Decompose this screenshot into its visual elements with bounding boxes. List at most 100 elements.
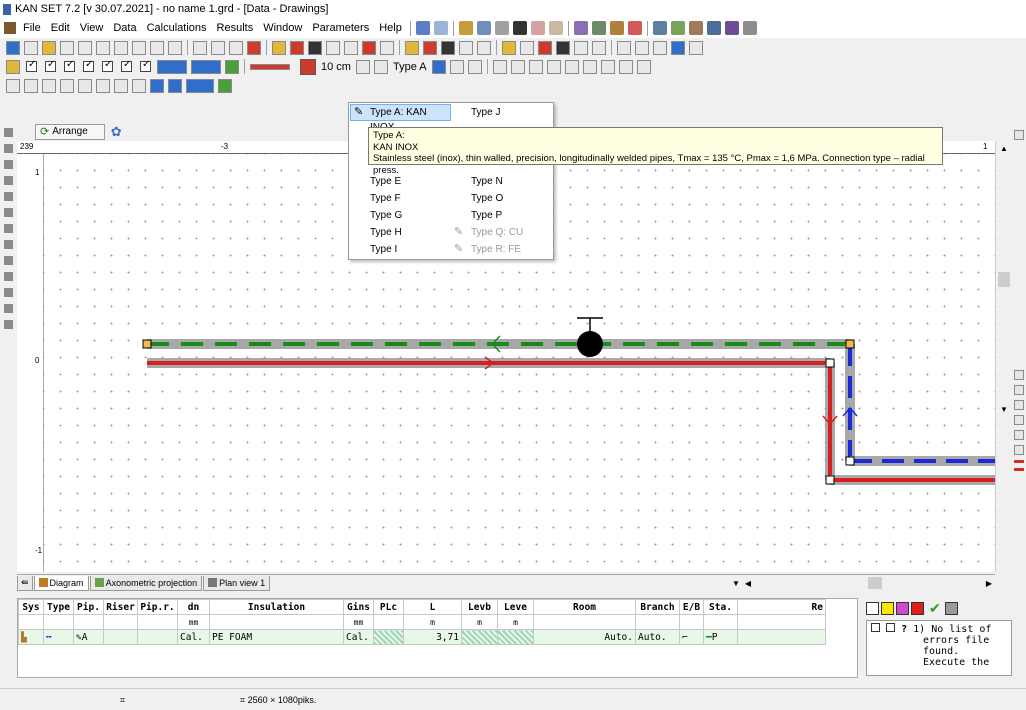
horizontal-scrollbar[interactable]: ▼ ◀ ▶ [730, 576, 995, 590]
radiator-icon[interactable] [308, 40, 322, 55]
scroll-thumb[interactable] [868, 577, 882, 589]
label-icon[interactable] [477, 40, 491, 55]
pip-cell[interactable]: ✎A [73, 629, 104, 645]
zoom-all-icon[interactable] [132, 40, 146, 55]
panel-icon[interactable] [1014, 415, 1024, 425]
panel-icon[interactable] [1014, 430, 1024, 440]
angle-icon[interactable] [449, 59, 464, 74]
room-icon[interactable] [6, 78, 20, 93]
layer-check-7[interactable] [140, 59, 151, 72]
panel-icon[interactable] [1014, 445, 1024, 455]
col-pip[interactable]: Pip. [73, 599, 104, 615]
line-red-icon[interactable] [290, 40, 304, 55]
gins-cell[interactable]: Cal. [343, 629, 374, 645]
menu-view[interactable]: View [75, 18, 109, 38]
pipe-type-option-q[interactable]: ✎ Type Q: CU [451, 224, 552, 241]
valve-small-icon[interactable] [564, 59, 579, 74]
sys-cell[interactable]: ▙ [18, 629, 44, 645]
outlet-icon[interactable] [520, 40, 534, 55]
red-line-icon[interactable] [1014, 460, 1024, 463]
zoom-window-icon[interactable] [114, 40, 128, 55]
panel-icon[interactable] [1014, 130, 1024, 140]
menu-results[interactable]: Results [212, 18, 259, 38]
frame-icon[interactable] [459, 40, 473, 55]
pointer-icon[interactable] [42, 40, 56, 55]
zoom-out-icon[interactable] [96, 40, 110, 55]
pipe-type-option-g[interactable]: Type G [350, 207, 451, 224]
tab-diagram[interactable]: Diagram [33, 575, 89, 591]
scroll-right-icon[interactable]: ▶ [983, 579, 995, 588]
insulation-cell[interactable]: PE FOAM [209, 629, 344, 645]
window-icon[interactable] [96, 78, 110, 93]
corner-icon[interactable] [492, 59, 507, 74]
errors-list[interactable]: ? 1) No list of errors file found. Execu… [866, 620, 1012, 676]
pipe-icon[interactable] [423, 40, 437, 55]
panel-icon[interactable] [1014, 370, 1024, 380]
brush-icon[interactable] [168, 78, 182, 93]
sensor-icon[interactable] [380, 40, 394, 55]
col-length[interactable]: L [403, 599, 462, 615]
tool-icon[interactable] [4, 240, 13, 249]
red-filter-icon[interactable] [911, 601, 924, 615]
re-cell[interactable] [737, 629, 826, 645]
col-leve[interactable]: Leve [497, 599, 534, 615]
curve-icon[interactable] [510, 59, 525, 74]
pipe-type-option-o[interactable]: Type O [451, 190, 552, 207]
red-line-icon[interactable] [1014, 468, 1024, 471]
tool-icon[interactable] [4, 256, 13, 265]
fitting-icon[interactable] [528, 59, 543, 74]
layer-check-1[interactable] [26, 59, 37, 72]
cold-icon[interactable] [556, 40, 570, 55]
menu-window[interactable]: Window [258, 18, 307, 38]
tool-icon[interactable] [4, 304, 13, 313]
new-icon[interactable] [6, 40, 20, 55]
pipe-style-pressed-icon[interactable] [300, 58, 316, 75]
tool-icon[interactable] [4, 192, 13, 201]
door-icon[interactable] [78, 78, 92, 93]
tool-icon[interactable] [4, 224, 13, 233]
zoom-prev-icon[interactable] [150, 40, 164, 55]
riser-cell[interactable] [103, 629, 138, 645]
gray-filter-icon[interactable] [944, 601, 958, 615]
layers-icon[interactable] [548, 21, 563, 35]
settings-icon[interactable] [530, 21, 545, 35]
pipe-type-option-r[interactable]: ✎ Type R: FE [451, 241, 552, 258]
pipe-type-option-a[interactable]: ✎Type A: KAN INOX [350, 104, 451, 133]
boiler-icon[interactable] [362, 40, 376, 55]
split-icon[interactable] [467, 59, 482, 74]
pencil-icon[interactable] [218, 78, 232, 93]
table-row[interactable]: ▙ ╍ ✎A Cal. PE FOAM Cal. 3,71 Auto. Auto… [18, 629, 826, 645]
menu-help[interactable]: Help [374, 18, 407, 38]
arrow-icon[interactable] [600, 59, 615, 74]
length-dropdown-icon[interactable] [355, 59, 370, 74]
yellow-filter-icon[interactable] [881, 601, 894, 615]
calc-icon[interactable] [635, 40, 649, 55]
length-cell[interactable]: 3,71 [403, 629, 462, 645]
dim-icon[interactable] [272, 40, 286, 55]
tool-icon[interactable] [4, 288, 13, 297]
length-value[interactable]: 10 cm [318, 61, 354, 73]
gear-icon[interactable]: ✿ [111, 124, 122, 140]
cup-icon[interactable] [574, 40, 588, 55]
chevron-down-icon[interactable]: ▼ [730, 579, 742, 588]
col-insulation[interactable]: Insulation [209, 599, 344, 615]
box-icon[interactable] [326, 40, 340, 55]
col-re[interactable]: Re [737, 599, 826, 615]
node-lower-return[interactable] [845, 456, 855, 466]
zoom-in-icon[interactable] [78, 40, 92, 55]
col-dn[interactable]: dn [177, 599, 210, 615]
distribute-icon[interactable] [211, 40, 225, 55]
info-icon[interactable] [592, 40, 606, 55]
line-style-icon[interactable] [191, 59, 221, 74]
pipe-style-red-icon[interactable] [250, 63, 290, 70]
error-check-icon[interactable] [886, 623, 896, 632]
layer-check-6[interactable] [121, 59, 132, 72]
grid-icon[interactable] [670, 21, 685, 35]
menu-file[interactable]: File [18, 18, 46, 38]
stair-icon[interactable] [114, 78, 128, 93]
report-icon[interactable] [653, 40, 667, 55]
col-eb[interactable]: E/B [679, 599, 704, 615]
close-view-icon[interactable] [689, 40, 703, 55]
sta-cell[interactable]: ━P [703, 629, 738, 645]
scroll-down-icon[interactable]: ▼ [998, 404, 1010, 416]
